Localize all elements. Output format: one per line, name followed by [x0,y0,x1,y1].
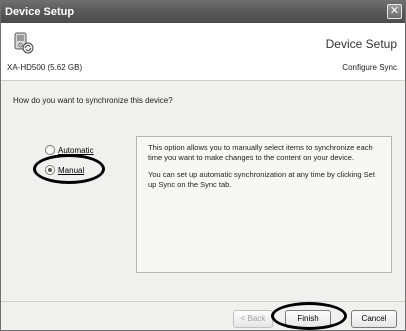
device-icon [14,32,34,54]
back-button[interactable]: < Back [233,310,273,328]
radio-manual[interactable]: Manual [45,165,84,175]
window-title: Device Setup [5,6,75,18]
sync-question: How do you want to synchronize this devi… [13,96,173,105]
device-name: XA-HD500 (5.62 GB) [7,63,83,72]
wizard-header: Device Setup XA-HD500 (5.62 GB) Configur… [1,23,405,81]
radio-label-automatic[interactable]: Automatic [58,146,94,155]
description-paragraph-1: This option allows you to manually selec… [148,143,373,162]
title-bar[interactable]: Device Setup ✕ [1,1,405,23]
close-icon[interactable]: ✕ [387,4,402,19]
device-setup-window: Device Setup ✕ Device Setup XA-HD500 (5.… [0,0,406,331]
footer-divider [1,301,405,302]
option-description-box: This option allows you to manually selec… [136,136,392,273]
cancel-button[interactable]: Cancel [351,310,397,328]
header-title: Device Setup [325,37,397,51]
radio-automatic[interactable]: Automatic [45,145,94,155]
finish-button[interactable]: Finish [285,310,331,328]
radio-button-automatic[interactable] [45,145,55,155]
radio-button-manual[interactable] [45,165,55,175]
radio-label-manual[interactable]: Manual [58,166,84,175]
description-paragraph-2: You can set up automatic synchronization… [148,170,375,189]
step-subtitle: Configure Sync [342,63,397,72]
